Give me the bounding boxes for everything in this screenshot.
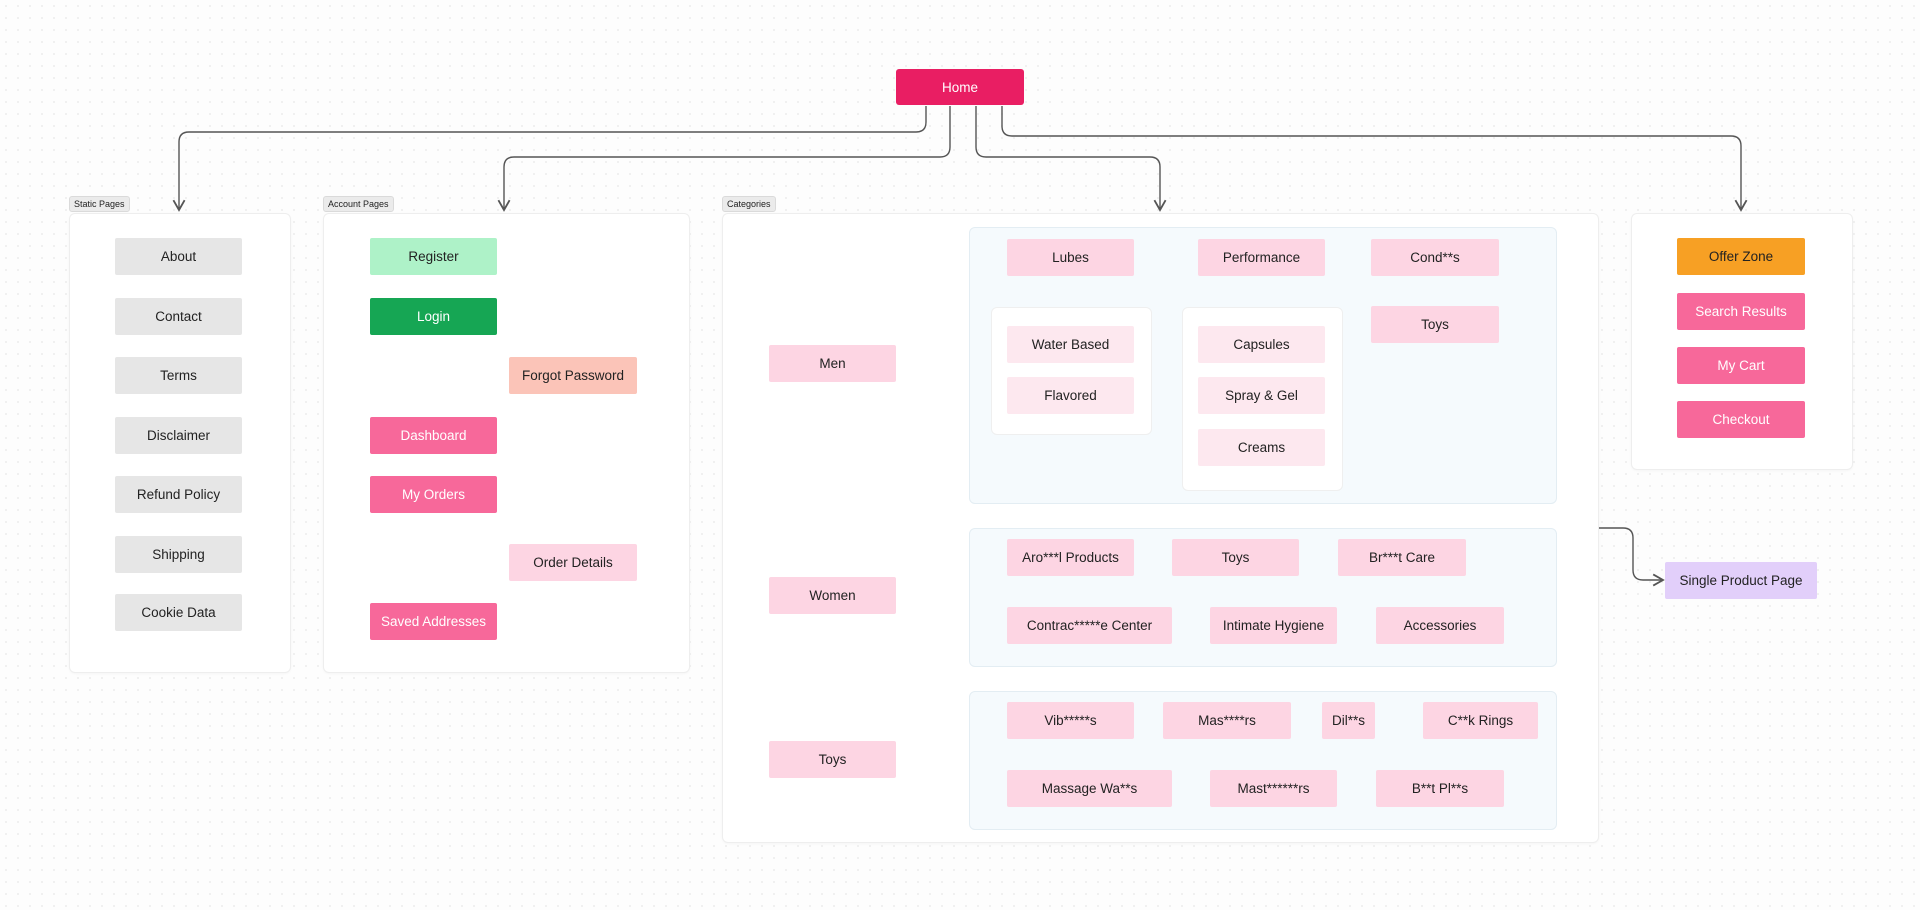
women-item[interactable]: Contrac*****e Center xyxy=(1007,607,1172,644)
lubes-node[interactable]: Lubes xyxy=(1007,239,1134,276)
saved-addresses-node[interactable]: Saved Addresses xyxy=(370,603,497,640)
my-orders-node[interactable]: My Orders xyxy=(370,476,497,513)
search-results-node[interactable]: Search Results xyxy=(1677,293,1805,330)
cookie-data-node[interactable]: Cookie Data xyxy=(115,594,242,631)
offer-zone-node[interactable]: Offer Zone xyxy=(1677,238,1805,275)
toys-item[interactable]: C**k Rings xyxy=(1423,702,1538,739)
toys-item[interactable]: Massage Wa**s xyxy=(1007,770,1172,807)
creams-node[interactable]: Creams xyxy=(1198,429,1325,466)
toys-item[interactable]: Dil**s xyxy=(1322,702,1375,739)
women-item[interactable]: Aro***l Products xyxy=(1007,539,1134,576)
home-to-account-arrow xyxy=(497,106,951,212)
men-node[interactable]: Men xyxy=(769,345,896,382)
order-details-node[interactable]: Order Details xyxy=(509,544,637,581)
men-toys-node[interactable]: Toys xyxy=(1371,306,1499,343)
login-node[interactable]: Login xyxy=(370,298,497,335)
checkout-node[interactable]: Checkout xyxy=(1677,401,1805,438)
toys-node[interactable]: Toys xyxy=(769,741,896,778)
shipping-node[interactable]: Shipping xyxy=(115,536,242,573)
women-node[interactable]: Women xyxy=(769,577,896,614)
register-node[interactable]: Register xyxy=(370,238,497,275)
toys-item[interactable]: Mast******rs xyxy=(1210,770,1337,807)
capsules-node[interactable]: Capsules xyxy=(1198,326,1325,363)
condoms-node[interactable]: Cond**s xyxy=(1371,239,1499,276)
performance-node[interactable]: Performance xyxy=(1198,239,1325,276)
terms-node[interactable]: Terms xyxy=(115,357,242,394)
categories-label: Categories xyxy=(722,196,776,212)
account-pages-label: Account Pages xyxy=(323,196,394,212)
women-item[interactable]: Accessories xyxy=(1376,607,1504,644)
about-node[interactable]: About xyxy=(115,238,242,275)
dashboard-node[interactable]: Dashboard xyxy=(370,417,497,454)
women-item[interactable]: Toys xyxy=(1172,539,1299,576)
static-pages-label: Static Pages xyxy=(69,196,130,212)
disclaimer-node[interactable]: Disclaimer xyxy=(115,417,242,454)
categories-to-product-arrow xyxy=(1599,527,1665,587)
single-product-page-node[interactable]: Single Product Page xyxy=(1665,562,1817,599)
refund-policy-node[interactable]: Refund Policy xyxy=(115,476,242,513)
toys-item[interactable]: B**t Pl**s xyxy=(1376,770,1504,807)
home-to-categories-arrow xyxy=(975,106,1167,212)
toys-item[interactable]: Mas****rs xyxy=(1163,702,1291,739)
home-to-static-arrow xyxy=(172,106,927,212)
women-item[interactable]: Br***t Care xyxy=(1338,539,1466,576)
my-cart-node[interactable]: My Cart xyxy=(1677,347,1805,384)
forgot-password-node[interactable]: Forgot Password xyxy=(509,357,637,394)
home-node[interactable]: Home xyxy=(896,69,1024,105)
toys-item[interactable]: Vib*****s xyxy=(1007,702,1134,739)
water-based-node[interactable]: Water Based xyxy=(1007,326,1134,363)
flavored-node[interactable]: Flavored xyxy=(1007,377,1134,414)
spray-gel-node[interactable]: Spray & Gel xyxy=(1198,377,1325,414)
women-item[interactable]: Intimate Hygiene xyxy=(1210,607,1337,644)
home-to-other-arrow xyxy=(1001,106,1748,212)
contact-node[interactable]: Contact xyxy=(115,298,242,335)
